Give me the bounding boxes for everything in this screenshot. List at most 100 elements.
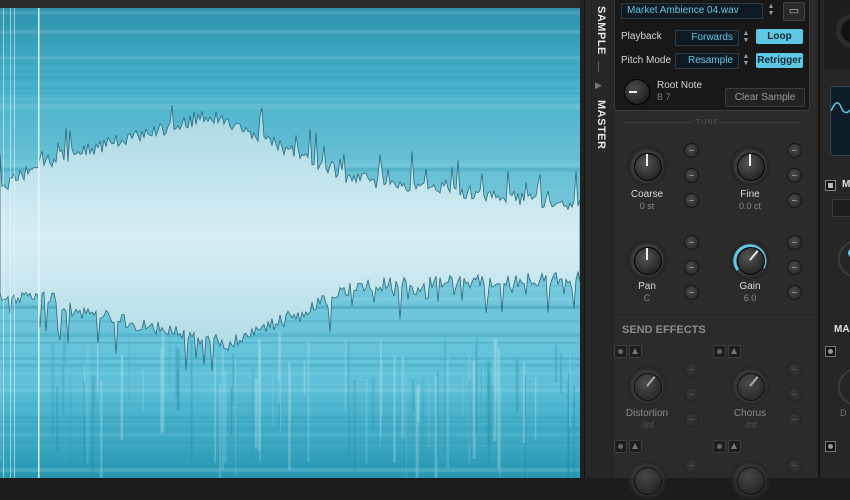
- pitch-mode-select[interactable]: Resample: [675, 53, 739, 69]
- waveform-texture: [221, 341, 225, 470]
- pan-label: Pan: [638, 281, 656, 292]
- waveform-texture: [569, 350, 571, 429]
- mod-slot-knob[interactable]: [787, 235, 802, 250]
- chorus-value: -Inf: [743, 420, 757, 430]
- mod-slot-knob[interactable]: [787, 458, 802, 473]
- waveform-texture: [0, 359, 2, 462]
- expand-icon[interactable]: [728, 345, 741, 358]
- up-down-arrow-icon[interactable]: ▲ ▼: [741, 30, 751, 44]
- mod-slot-knob[interactable]: [684, 168, 699, 183]
- mod-slot-knob[interactable]: [787, 285, 802, 300]
- chorus-knob[interactable]: [730, 366, 770, 406]
- waveform-texture: [176, 370, 180, 410]
- coarse-knob[interactable]: [627, 146, 667, 186]
- root-note-label: Root Note: [657, 80, 703, 91]
- waveform-texture: [0, 341, 580, 344]
- root-note-knob[interactable]: [624, 79, 650, 105]
- fine-knob[interactable]: [730, 146, 770, 186]
- waveform-texture: [219, 384, 221, 478]
- mod-slot-knob[interactable]: [787, 168, 802, 183]
- mod-slot-knob[interactable]: [684, 458, 699, 473]
- vertical-tab-strip: SAMPLE ▶ MASTER: [584, 0, 615, 478]
- coarse-value: 0 st: [639, 201, 655, 211]
- mod-slot-knob[interactable]: [684, 193, 699, 208]
- mod-slot-knob[interactable]: [787, 143, 802, 158]
- section-label-m: M: [842, 179, 850, 190]
- waveform-texture: [353, 380, 356, 476]
- distortion-label: Distortion: [625, 408, 669, 419]
- mod-slot-knob[interactable]: [787, 362, 802, 377]
- enable-toggle[interactable]: [825, 346, 836, 357]
- sample-settings-box: Market Ambience 04.wav ▲ ▼ ▭ Playback For…: [614, 0, 810, 111]
- sample-panel: Market Ambience 04.wav ▲ ▼ ▭ Playback For…: [614, 0, 818, 500]
- waveform-texture: [252, 366, 254, 460]
- waveform-texture: [472, 360, 476, 460]
- lfo-display: [830, 86, 850, 156]
- mod-slot-knob[interactable]: [787, 260, 802, 275]
- expand-icon[interactable]: [728, 440, 741, 453]
- marker-line: [14, 8, 15, 478]
- expand-icon[interactable]: [629, 345, 642, 358]
- pan-knob[interactable]: [627, 240, 667, 280]
- send-knob[interactable]: [627, 460, 667, 500]
- enable-toggle[interactable]: [713, 440, 726, 453]
- fine-value: 0.0 ct: [738, 201, 761, 211]
- waveform-texture: [232, 353, 234, 402]
- mod-slot-knob[interactable]: [684, 143, 699, 158]
- waveform-display[interactable]: [0, 0, 580, 478]
- send-effects-title: SEND EFFECTS: [622, 324, 706, 336]
- mod-slot-knob[interactable]: [684, 285, 699, 300]
- distortion-knob[interactable]: [627, 366, 667, 406]
- mod-slot-knob[interactable]: [684, 260, 699, 275]
- waveform-texture: [224, 370, 227, 463]
- waveform-texture: [303, 361, 306, 395]
- section-label-d: D: [840, 408, 847, 418]
- master-select[interactable]: [832, 199, 850, 217]
- playback-label: Playback: [621, 31, 662, 42]
- expand-icon[interactable]: [629, 440, 642, 453]
- retrigger-button[interactable]: Retrigger: [756, 53, 803, 68]
- mod-slot-knob[interactable]: [684, 235, 699, 250]
- waveform-texture: [92, 375, 96, 409]
- waveform-texture: [51, 343, 54, 437]
- master-panel-partial: M MA D: [818, 0, 850, 478]
- mod-slot-knob[interactable]: [684, 362, 699, 377]
- gain-knob[interactable]: [730, 240, 770, 280]
- divider: [622, 122, 692, 123]
- waveform-texture: [0, 103, 580, 105]
- gain-label: Gain: [739, 281, 761, 292]
- waveform-texture: [0, 104, 580, 108]
- mod-slot-knob[interactable]: [787, 387, 802, 402]
- waveform-texture: [348, 340, 350, 456]
- root-note-value: B 7: [657, 92, 671, 102]
- playback-select[interactable]: Forwards: [675, 30, 739, 46]
- up-down-arrow-icon[interactable]: ▲ ▼: [741, 53, 751, 67]
- waveform-texture: [69, 373, 72, 466]
- waveform-texture: [96, 342, 99, 394]
- waveform-texture: [534, 377, 537, 440]
- waveform-texture: [462, 376, 464, 418]
- play-arrow-icon[interactable]: ▶: [595, 80, 602, 91]
- waveform-texture: [120, 354, 124, 441]
- folder-icon[interactable]: ▭: [783, 2, 805, 21]
- up-down-arrow-icon[interactable]: ▲ ▼: [766, 3, 776, 17]
- send-knob[interactable]: [730, 460, 770, 500]
- tab-divider: [598, 62, 599, 72]
- tab-sample-label: SAMPLE: [595, 6, 607, 55]
- waveform-texture: [0, 92, 580, 95]
- enable-toggle[interactable]: [614, 345, 627, 358]
- clear-sample-button[interactable]: Clear Sample: [725, 88, 805, 107]
- enable-toggle[interactable]: [614, 440, 627, 453]
- enable-toggle[interactable]: [825, 180, 836, 191]
- mod-slot-knob[interactable]: [684, 412, 699, 427]
- sample-filename-field[interactable]: Market Ambience 04.wav: [621, 3, 763, 19]
- enable-toggle[interactable]: [713, 345, 726, 358]
- master-knob[interactable]: [838, 368, 850, 406]
- master-knob[interactable]: [838, 240, 850, 278]
- mod-slot-knob[interactable]: [787, 193, 802, 208]
- mod-slot-knob[interactable]: [684, 387, 699, 402]
- waveform-texture: [0, 30, 580, 34]
- loop-button[interactable]: Loop: [756, 29, 803, 44]
- enable-toggle[interactable]: [825, 441, 836, 452]
- mod-slot-knob[interactable]: [787, 412, 802, 427]
